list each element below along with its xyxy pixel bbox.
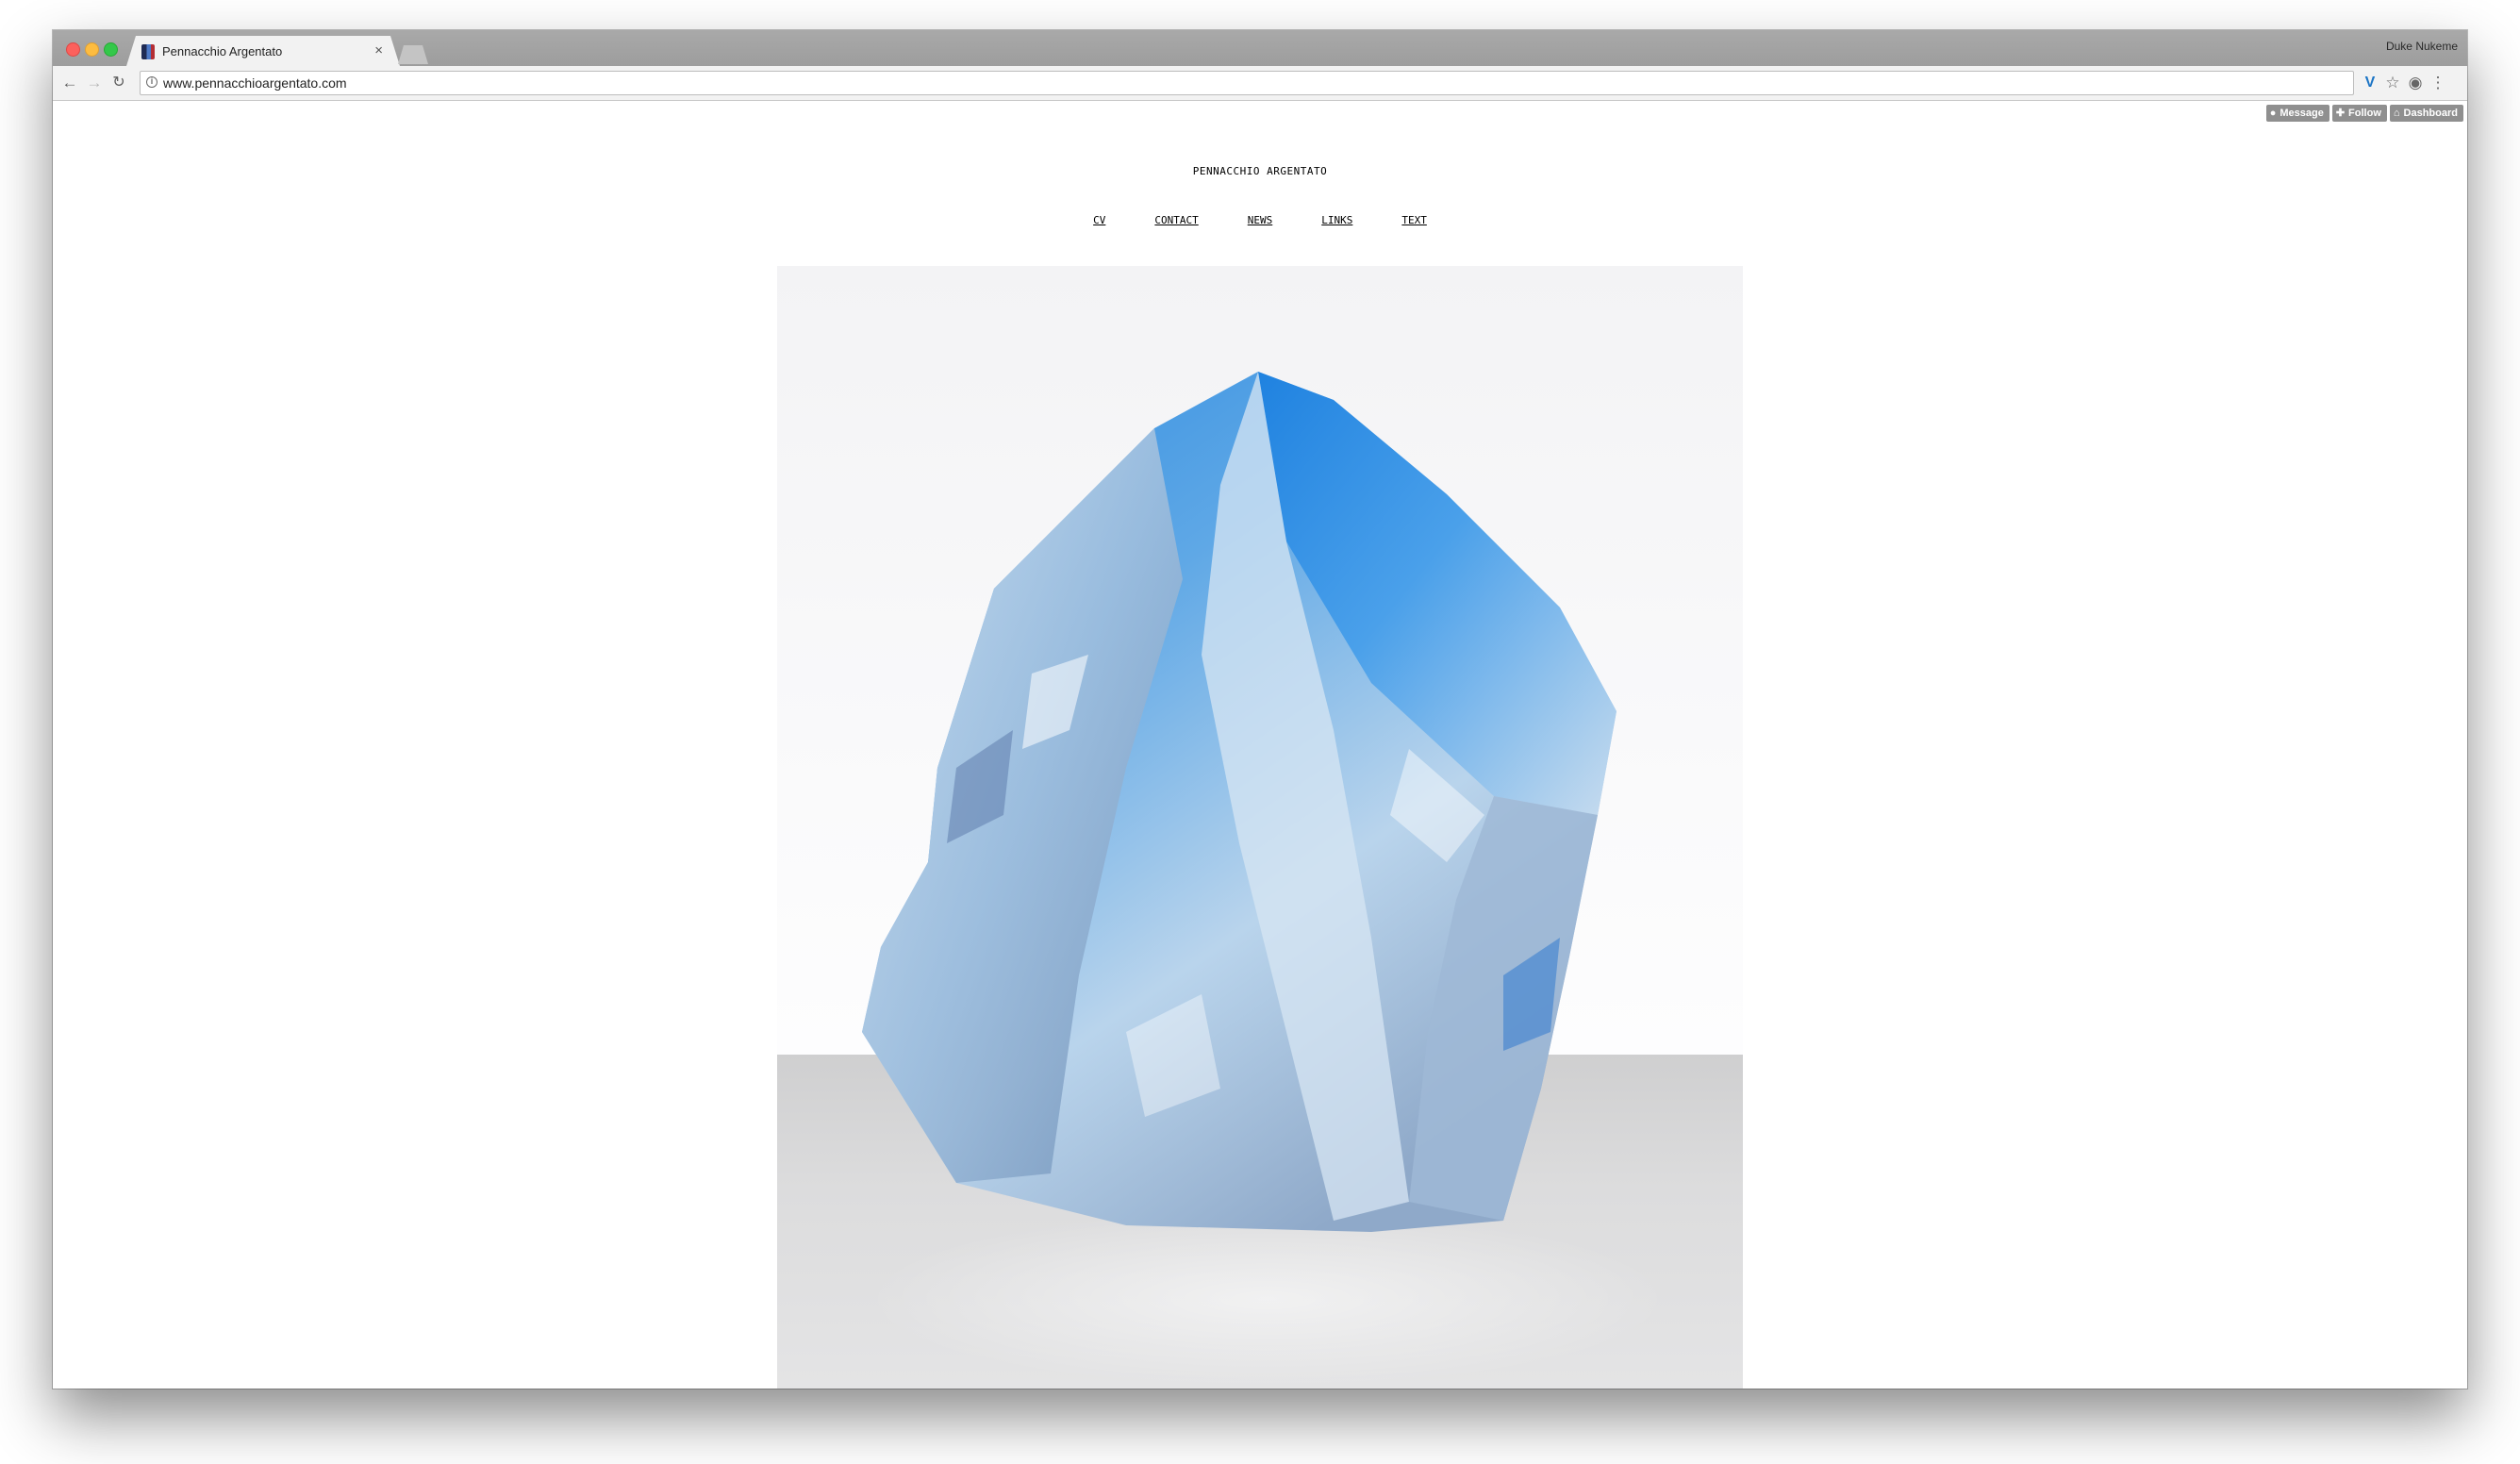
- browser-toolbar: ← → ↻ i www.pennacchioargentato.com V ☆ …: [53, 66, 2467, 101]
- site-nav: CV CONTACT NEWS LINKS TEXT: [53, 214, 2467, 226]
- message-button[interactable]: ● Message: [2265, 105, 2329, 122]
- dashboard-button[interactable]: ⌂ Dashboard: [2389, 105, 2463, 122]
- zoom-window-button[interactable]: [104, 42, 118, 57]
- follow-label: Follow: [2348, 108, 2381, 119]
- water-puddle: [862, 1209, 1673, 1389]
- back-arrow-icon[interactable]: ←: [58, 72, 81, 94]
- tab-close-icon[interactable]: ×: [374, 42, 383, 58]
- menu-dots-icon[interactable]: ⋮: [2428, 72, 2448, 94]
- url-text[interactable]: www.pennacchioargentato.com: [163, 75, 347, 91]
- message-label: Message: [2280, 108, 2324, 119]
- minimize-window-button[interactable]: [85, 42, 99, 57]
- info-icon[interactable]: i: [146, 76, 158, 88]
- nav-link-links[interactable]: LINKS: [1321, 214, 1352, 226]
- tab-active[interactable]: Pennacchio Argentato ×: [126, 36, 400, 66]
- site-title: PENNACCHIO ARGENTATO: [1192, 165, 1328, 177]
- nav-link-text[interactable]: TEXT: [1401, 214, 1427, 226]
- message-icon: ●: [2269, 108, 2277, 119]
- shield-extension-icon[interactable]: ◉: [2405, 72, 2426, 94]
- profile-name[interactable]: Duke Nukeme: [2386, 40, 2458, 53]
- home-icon: ⌂: [2393, 108, 2400, 119]
- close-window-button[interactable]: [66, 42, 80, 57]
- browser-window: Pennacchio Argentato × Duke Nukeme ← → ↻…: [53, 30, 2467, 1389]
- nav-link-contact[interactable]: CONTACT: [1154, 214, 1198, 226]
- nav-link-news[interactable]: NEWS: [1248, 214, 1273, 226]
- favicon-icon: [141, 44, 155, 59]
- plus-icon: ✚: [2335, 108, 2346, 119]
- forward-arrow-icon[interactable]: →: [83, 72, 106, 94]
- reload-icon[interactable]: ↻: [108, 72, 130, 94]
- star-icon[interactable]: ☆: [2382, 72, 2403, 94]
- page-viewport: ● Message ✚ Follow ⌂ Dashboard PENNACCHI…: [53, 101, 2467, 1389]
- dashboard-label: Dashboard: [2403, 108, 2458, 119]
- vimeo-extension-icon[interactable]: V: [2360, 72, 2380, 94]
- tumblr-controls: ● Message ✚ Follow ⌂ Dashboard: [2265, 105, 2463, 122]
- ice-sculpture: [862, 372, 1616, 1232]
- screen: Pennacchio Argentato × Duke Nukeme ← → ↻…: [0, 0, 2520, 1464]
- follow-button[interactable]: ✚ Follow: [2331, 105, 2387, 122]
- tab-title: Pennacchio Argentato: [162, 44, 283, 58]
- nav-link-cv[interactable]: CV: [1093, 214, 1105, 226]
- new-tab-button[interactable]: [398, 45, 428, 64]
- tab-strip: Pennacchio Argentato × Duke Nukeme: [53, 30, 2467, 66]
- artwork-image: [777, 266, 1743, 1389]
- address-bar[interactable]: i www.pennacchioargentato.com: [140, 71, 2354, 95]
